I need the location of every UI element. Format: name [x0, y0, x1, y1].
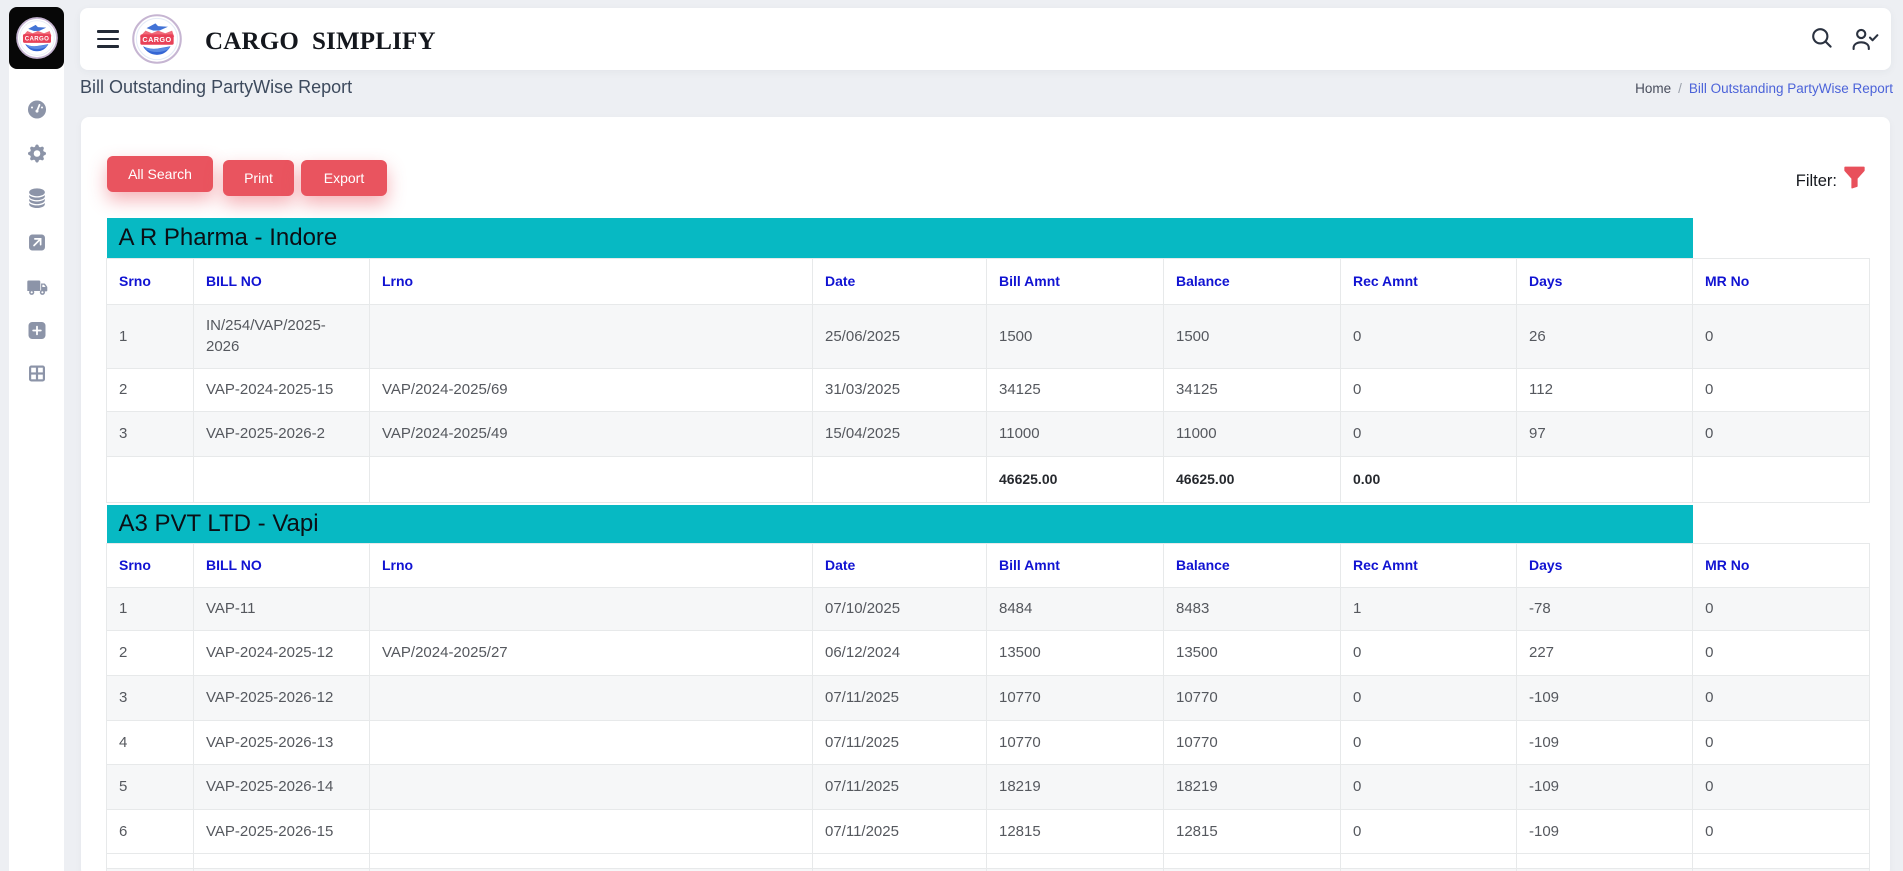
svg-text:CARGO: CARGO	[142, 35, 171, 44]
